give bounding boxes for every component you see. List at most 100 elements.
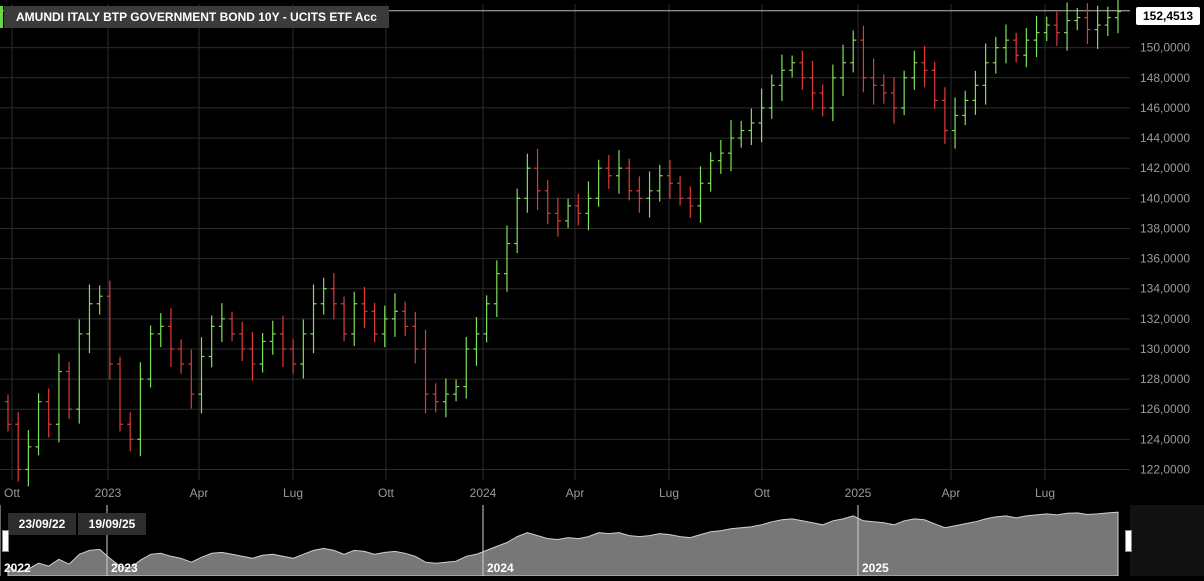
ohlc-bar — [707, 152, 714, 192]
ohlc-bar — [15, 412, 22, 482]
y-tick-label: 132,0000 — [1140, 312, 1190, 326]
ohlc-bar — [55, 353, 62, 443]
x-tick-label: Ott — [4, 486, 21, 500]
ohlc-bar — [371, 302, 378, 343]
ohlc-bar — [687, 186, 694, 218]
ohlc-bar — [320, 277, 327, 315]
ohlc-bar — [1064, 2, 1071, 51]
ohlc-bar — [809, 60, 816, 110]
ohlc-bar — [157, 313, 164, 348]
y-tick-label: 142,0000 — [1140, 161, 1190, 175]
ohlc-bar — [259, 332, 266, 373]
x-tick-label: Lug — [1035, 486, 1055, 500]
navigator-left-handle[interactable] — [2, 530, 9, 552]
y-tick-label: 144,0000 — [1140, 131, 1190, 145]
ohlc-bar — [738, 120, 745, 148]
navigator-right-margin — [1130, 505, 1204, 576]
x-tick-label: 2025 — [845, 486, 872, 500]
ohlc-bar — [412, 311, 419, 364]
ohlc-bar — [544, 179, 551, 225]
ohlc-bar — [585, 181, 592, 231]
ohlc-bar — [880, 74, 887, 104]
ohlc-bar — [677, 176, 684, 206]
ohlc-bar — [463, 336, 470, 399]
ohlc-bar — [66, 361, 73, 419]
ohlc-bar — [870, 58, 877, 105]
x-tick-label: Lug — [283, 486, 303, 500]
ohlc-bar — [799, 50, 806, 90]
ohlc-bar — [96, 285, 103, 315]
ohlc-bar — [595, 159, 602, 207]
ohlc-bar — [921, 45, 928, 88]
range-start-date[interactable]: 23/09/22 — [8, 513, 76, 535]
ohlc-bar — [453, 379, 460, 402]
ohlc-bar — [636, 176, 643, 213]
ohlc-bar — [911, 50, 918, 90]
x-tick-label: Ott — [378, 486, 395, 500]
ohlc-bar — [565, 198, 572, 229]
ohlc-bar — [524, 153, 531, 213]
instrument-title: AMUNDI ITALY BTP GOVERNMENT BOND 10Y - U… — [0, 6, 389, 28]
ohlc-bar — [992, 36, 999, 74]
y-tick-label: 128,0000 — [1140, 372, 1190, 386]
ohlc-bar — [35, 393, 42, 456]
ohlc-bar — [554, 197, 561, 237]
ohlc-bar — [279, 315, 286, 368]
ohlc-bar — [829, 64, 836, 122]
ohlc-bar — [239, 321, 246, 361]
y-tick-label: 136,0000 — [1140, 252, 1190, 266]
y-tick-label: 148,0000 — [1140, 71, 1190, 85]
ohlc-bar — [1094, 5, 1101, 49]
last-price-tag: 152,4513 — [1136, 7, 1200, 25]
range-end-date[interactable]: 19/09/25 — [78, 513, 146, 535]
ohlc-bar — [840, 44, 847, 96]
ohlc-bar — [768, 74, 775, 119]
x-tick-label: Apr — [190, 486, 209, 500]
ohlc-bar — [941, 87, 948, 144]
navigator-year-label: 2025 — [862, 561, 889, 575]
ohlc-chart-svg[interactable]: 122,0000 124,0000 126,0000 128,0000 130,0000… — [0, 0, 1204, 577]
ohlc-bar — [616, 150, 623, 194]
ohlc-bars — [5, 0, 1121, 487]
instrument-title-text: AMUNDI ITALY BTP GOVERNMENT BOND 10Y - U… — [16, 10, 377, 24]
ohlc-bar — [391, 293, 398, 337]
ohlc-bar — [167, 308, 174, 368]
ohlc-bar — [697, 166, 704, 223]
price-chart[interactable]: 122,0000 124,0000 126,0000 128,0000 130,0000… — [0, 0, 1204, 577]
y-tick-label: 126,0000 — [1140, 402, 1190, 416]
ohlc-bar — [249, 332, 256, 381]
y-tick-label: 122,0000 — [1140, 462, 1190, 476]
ohlc-bar — [860, 25, 867, 93]
ohlc-bar — [534, 148, 541, 211]
x-axis: Ott 2023 Apr Lug Ott 2024 Apr Lug Ott 2025 Apr Lug — [4, 486, 1055, 500]
ohlc-bar — [901, 70, 908, 116]
ohlc-bar — [361, 286, 368, 329]
ohlc-bar — [45, 388, 52, 438]
ohlc-bar — [758, 88, 765, 143]
ohlc-bar — [330, 273, 337, 320]
ohlc-bar — [1053, 11, 1060, 46]
y-tick-label: 130,0000 — [1140, 342, 1190, 356]
ohlc-bar — [473, 317, 480, 366]
y-tick-label: 138,0000 — [1140, 221, 1190, 235]
ohlc-bar — [178, 339, 185, 374]
ohlc-bar — [127, 412, 134, 452]
navigator-year-label: 2022 — [4, 561, 31, 575]
x-tick-label: 2024 — [470, 486, 497, 500]
navigator-year-label: 2024 — [487, 561, 514, 575]
ohlc-bar — [229, 311, 236, 342]
ohlc-bar — [117, 356, 124, 432]
ohlc-bar — [666, 160, 673, 199]
navigator[interactable]: 2022 2023 2024 2025 — [0, 505, 1204, 577]
ohlc-bar — [76, 319, 83, 424]
navigator-right-handle[interactable] — [1125, 530, 1132, 552]
ohlc-bar — [717, 139, 724, 174]
ohlc-bar — [982, 43, 989, 105]
ohlc-bar — [605, 154, 612, 189]
y-axis: 122,0000 124,0000 126,0000 128,0000 130,0000… — [1140, 41, 1190, 477]
y-tick-label: 150,0000 — [1140, 41, 1190, 55]
ohlc-bar — [269, 320, 276, 355]
ohlc-bar — [646, 171, 653, 218]
ohlc-bar — [728, 119, 735, 172]
ohlc-bar — [422, 329, 429, 414]
